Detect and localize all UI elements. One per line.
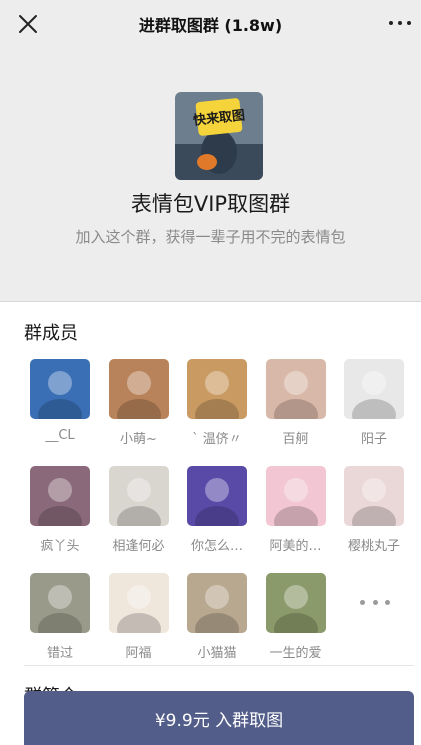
member-item[interactable]: __CL bbox=[21, 359, 99, 459]
member-item[interactable]: 阿福 bbox=[100, 573, 178, 673]
group-description: 加入这个群，获得一辈子用不完的表情包 bbox=[75, 228, 346, 246]
member-avatar bbox=[187, 359, 247, 419]
member-avatar bbox=[108, 466, 169, 526]
more-options-icon[interactable] bbox=[389, 18, 411, 28]
member-name: 一生的爱 bbox=[269, 646, 322, 661]
member-name: __CL bbox=[45, 428, 75, 443]
member-avatar bbox=[187, 466, 247, 526]
members-title: 群成员 bbox=[24, 323, 78, 344]
member-avatar bbox=[265, 573, 326, 633]
members-panel: 群成员 __CL 小萌~ ` 温侪〃 百舸 阳子疯丫头 相逢何必 你怎么… 阿美的… 樱桃丸子错… bbox=[0, 301, 421, 745]
member-avatar bbox=[344, 466, 404, 526]
member-item[interactable]: 一生的爱 bbox=[257, 573, 335, 673]
member-avatar bbox=[187, 573, 247, 633]
member-avatar bbox=[265, 466, 326, 526]
divider bbox=[24, 665, 414, 666]
member-name: 相逢何必 bbox=[112, 539, 165, 554]
member-item[interactable]: 疯丫头 bbox=[21, 466, 99, 566]
more-members-icon[interactable] bbox=[360, 600, 390, 606]
member-item[interactable]: 樱桃丸子 bbox=[335, 466, 413, 566]
member-item[interactable]: 百舸 bbox=[257, 359, 335, 459]
member-name: 小猫猫 bbox=[197, 646, 237, 661]
member-item[interactable]: 相逢何必 bbox=[100, 466, 178, 566]
page-title: 进群取图群 (1.8w) bbox=[138, 16, 283, 35]
close-icon[interactable] bbox=[16, 12, 40, 36]
member-avatar bbox=[265, 359, 326, 419]
member-name: 阿美的… bbox=[269, 539, 322, 554]
member-avatar bbox=[108, 359, 169, 419]
member-avatar bbox=[344, 359, 404, 419]
member-name: 阳子 bbox=[360, 432, 387, 447]
group-name: 表情包VIP取图群 bbox=[130, 192, 291, 216]
join-group-button[interactable]: ¥9.9元 入群取图 bbox=[24, 691, 414, 745]
member-name: 樱桃丸子 bbox=[347, 539, 400, 554]
member-avatar bbox=[30, 466, 90, 526]
member-name: 你怎么… bbox=[190, 539, 243, 554]
member-item[interactable]: ` 温侪〃 bbox=[178, 359, 256, 459]
member-name: 阿福 bbox=[125, 646, 152, 661]
member-avatar bbox=[108, 573, 169, 633]
member-name: 小萌~ bbox=[120, 432, 157, 447]
member-avatar bbox=[30, 573, 90, 633]
member-item[interactable]: 小萌~ bbox=[100, 359, 178, 459]
member-name: 疯丫头 bbox=[40, 539, 80, 554]
group-header: 快来取图 表情包VIP取图群 加入这个群，获得一辈子用不完的表情包 bbox=[0, 48, 421, 301]
member-item[interactable]: 阿美的… bbox=[257, 466, 335, 566]
member-name: 百舸 bbox=[282, 432, 309, 447]
group-avatar: 快来取图 bbox=[175, 92, 263, 180]
member-item[interactable]: 错过 bbox=[21, 573, 99, 673]
member-name: 错过 bbox=[46, 646, 73, 661]
top-bar: 进群取图群 (1.8w) bbox=[0, 0, 421, 48]
member-item[interactable]: 小猫猫 bbox=[178, 573, 256, 673]
member-name: ` 温侪〃 bbox=[192, 432, 242, 447]
member-avatar bbox=[30, 359, 90, 419]
member-item[interactable]: 你怎么… bbox=[178, 466, 256, 566]
member-item[interactable]: 阳子 bbox=[335, 359, 413, 459]
